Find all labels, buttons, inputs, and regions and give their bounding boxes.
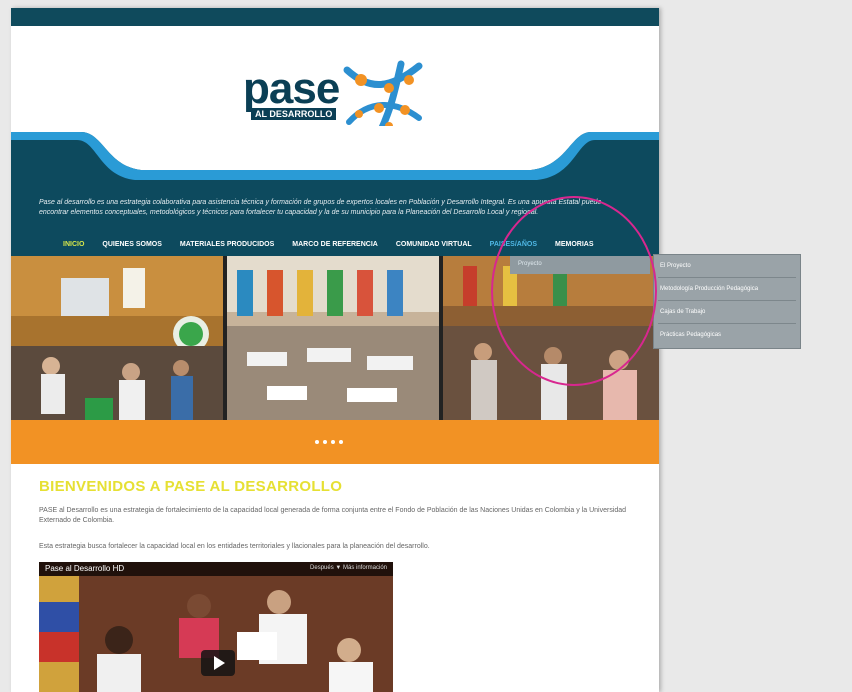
submenu-divider xyxy=(658,323,796,324)
nav-item-marco[interactable]: MARCO DE REFERENCIA xyxy=(292,241,378,255)
top-bar xyxy=(11,8,659,26)
submenu-item-practicas[interactable]: Prácticas Pedagógicas xyxy=(660,332,794,338)
video-options[interactable]: Después ▼ Más información xyxy=(310,565,387,571)
submenu-item-metodologia[interactable]: Metodología Producción Pedagógica xyxy=(660,286,794,292)
video-title[interactable]: Pase al Desarrollo HD xyxy=(45,564,124,573)
slider-dot[interactable] xyxy=(315,440,319,444)
video-title-bar: Pase al Desarrollo HD Después ▼ Más info… xyxy=(39,562,393,576)
slider-dot[interactable] xyxy=(331,440,335,444)
nav-item-comunidad[interactable]: COMUNIDAD VIRTUAL xyxy=(396,241,472,255)
submenu-divider xyxy=(658,300,796,301)
submenu-item-cajas[interactable]: Cajas de Trabajo xyxy=(660,309,794,315)
slide-photo-2 xyxy=(227,256,439,420)
annotation-circle xyxy=(491,196,657,386)
welcome-heading: BIENVENIDOS A PASE AL DESARROLLO xyxy=(39,478,343,495)
welcome-paragraph-2: Esta estrategia busca fortalecer la capa… xyxy=(39,543,430,550)
slider-pager xyxy=(11,420,659,464)
play-button-icon[interactable] xyxy=(201,650,235,676)
nav-submenu: El Proyecto Metodología Producción Pedag… xyxy=(653,254,801,349)
slider-dot[interactable] xyxy=(339,440,343,444)
video-player[interactable]: Pase al Desarrollo HD Después ▼ Más info… xyxy=(39,562,393,692)
welcome-paragraph-1: PASE al Desarrollo es una estrategia de … xyxy=(39,507,627,524)
slide-photo-1 xyxy=(11,256,223,420)
submenu-item-el-proyecto[interactable]: El Proyecto xyxy=(660,263,794,269)
logo-subtitle: AL DESARROLLO xyxy=(251,108,337,120)
nav-item-materiales[interactable]: MATERIALES PRODUCIDOS xyxy=(180,241,274,255)
logo-word: pase xyxy=(243,64,340,113)
nav-item-quienes-somos[interactable]: QUIENES SOMOS xyxy=(102,241,162,255)
nav-item-inicio[interactable]: INICIO xyxy=(63,241,84,255)
header-swoosh xyxy=(11,126,659,180)
submenu-divider xyxy=(658,277,796,278)
slider-dot[interactable] xyxy=(323,440,327,444)
